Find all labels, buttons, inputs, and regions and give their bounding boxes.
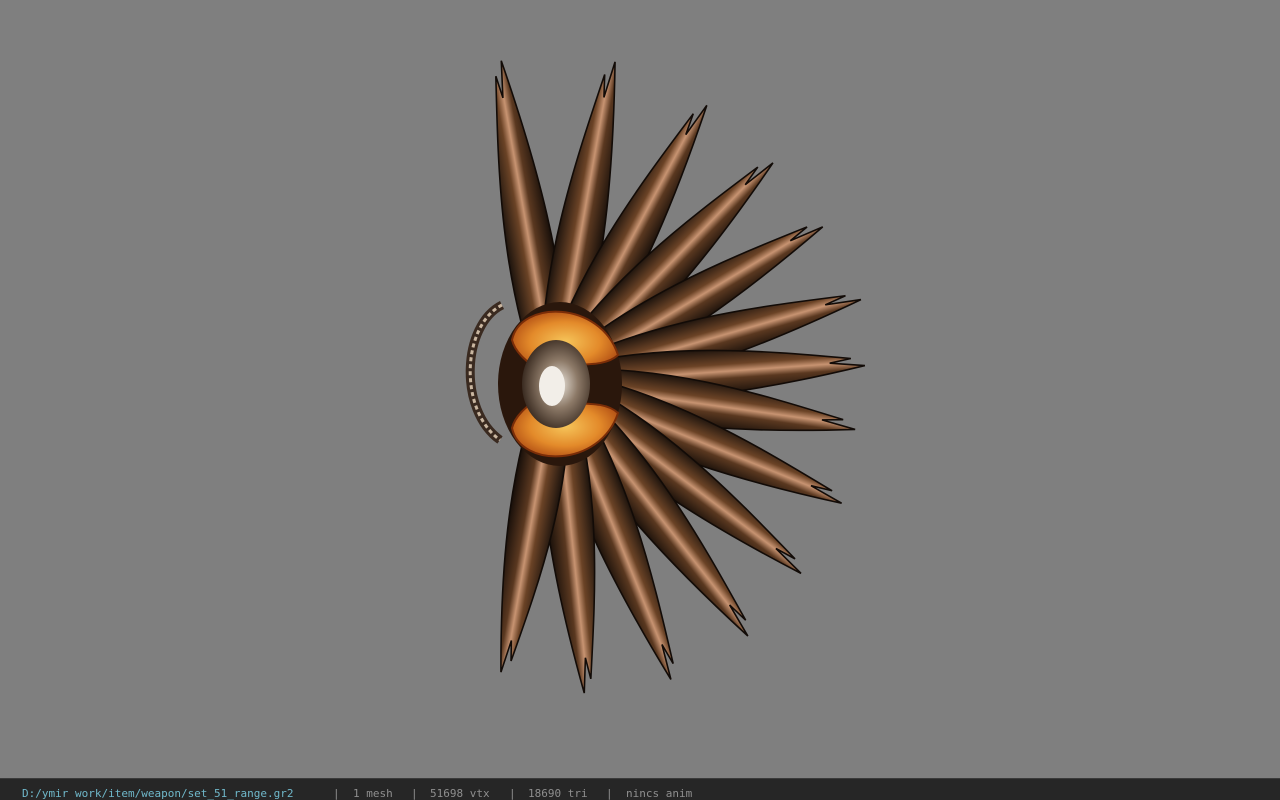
status-bar: D:/ymir work/item/weapon/set_51_range.gr… — [0, 778, 1280, 800]
status-separator: | — [411, 787, 418, 800]
weapon-handle — [465, 300, 505, 444]
file-path-label: D:/ymir work/item/weapon/set_51_range.gr… — [22, 787, 294, 800]
weapon-center-ornament — [498, 302, 622, 466]
3d-viewport[interactable] — [0, 0, 1280, 778]
vertex-count-label: 51698 vtx — [430, 787, 490, 800]
status-separator: | — [333, 787, 340, 800]
triangle-count-label: 18690 tri — [528, 787, 588, 800]
mesh-count-label: 1 mesh — [353, 787, 393, 800]
status-separator: | — [606, 787, 613, 800]
status-separator: | — [509, 787, 516, 800]
animation-status-label: nincs anim — [626, 787, 693, 800]
weapon-model-render — [465, 56, 868, 696]
